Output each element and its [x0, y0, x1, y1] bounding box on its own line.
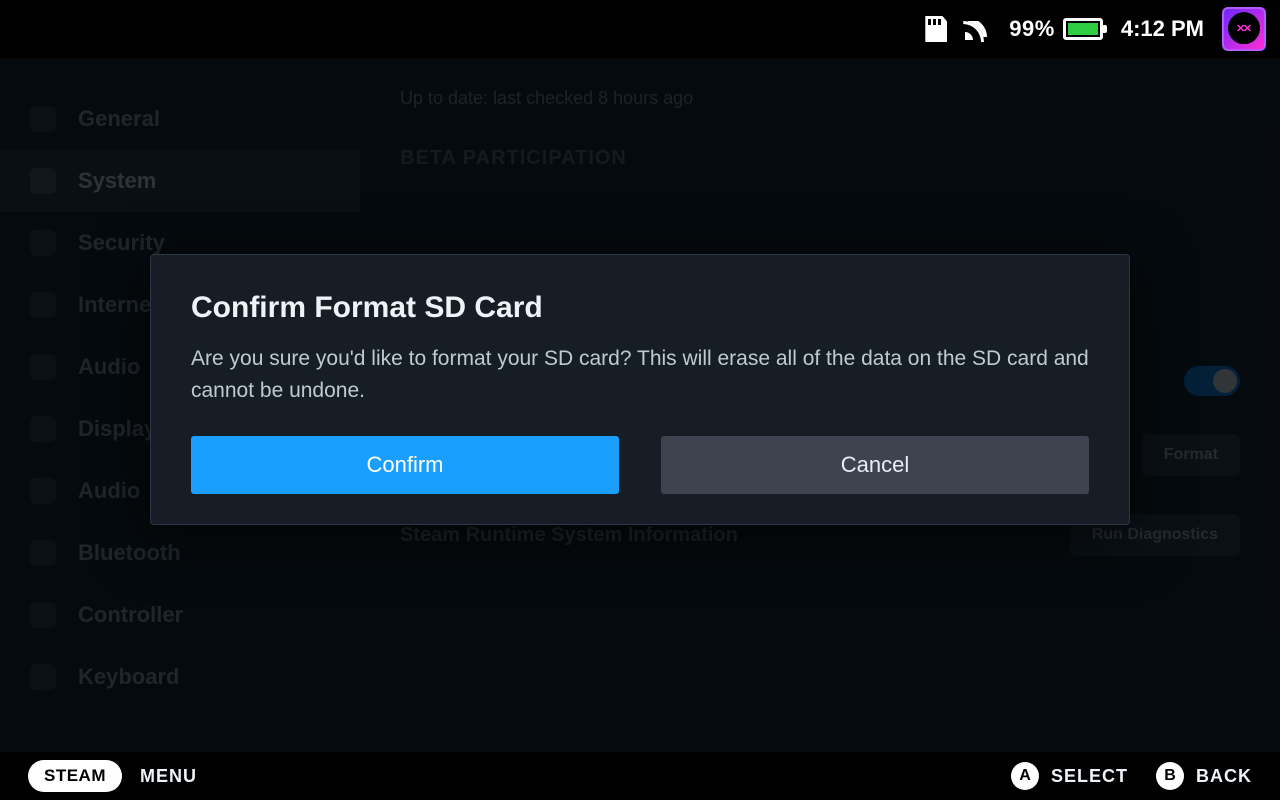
- footer-left: STEAM MENU: [28, 760, 197, 792]
- sd-card-icon: [925, 16, 947, 42]
- modal-layer: Confirm Format SD Card Are you sure you'…: [0, 58, 1280, 752]
- footer-right: A SELECT B BACK: [1011, 762, 1252, 790]
- status-bar: 99% 4:12 PM: [0, 0, 1280, 58]
- menu-label: MENU: [140, 766, 197, 787]
- back-label: BACK: [1196, 766, 1252, 787]
- cast-icon: [965, 18, 991, 40]
- b-glyph-icon: B: [1156, 762, 1184, 790]
- battery-icon: [1063, 18, 1103, 40]
- select-label: SELECT: [1051, 766, 1128, 787]
- a-glyph-icon: A: [1011, 762, 1039, 790]
- clock: 4:12 PM: [1121, 16, 1204, 42]
- dialog-title: Confirm Format SD Card: [191, 291, 1089, 325]
- footer-bar: STEAM MENU A SELECT B BACK: [0, 752, 1280, 800]
- steam-button[interactable]: STEAM: [28, 760, 122, 792]
- cancel-button[interactable]: Cancel: [661, 436, 1089, 494]
- dialog-buttons: Confirm Cancel: [191, 436, 1089, 494]
- hint-select: A SELECT: [1011, 762, 1128, 790]
- confirm-format-dialog: Confirm Format SD Card Are you sure you'…: [150, 254, 1130, 525]
- dialog-body: Are you sure you'd like to format your S…: [191, 343, 1089, 406]
- battery-percent: 99%: [1009, 16, 1055, 42]
- confirm-button[interactable]: Confirm: [191, 436, 619, 494]
- hint-back: B BACK: [1156, 762, 1252, 790]
- avatar[interactable]: [1222, 7, 1266, 51]
- battery-status: 99%: [1009, 16, 1103, 42]
